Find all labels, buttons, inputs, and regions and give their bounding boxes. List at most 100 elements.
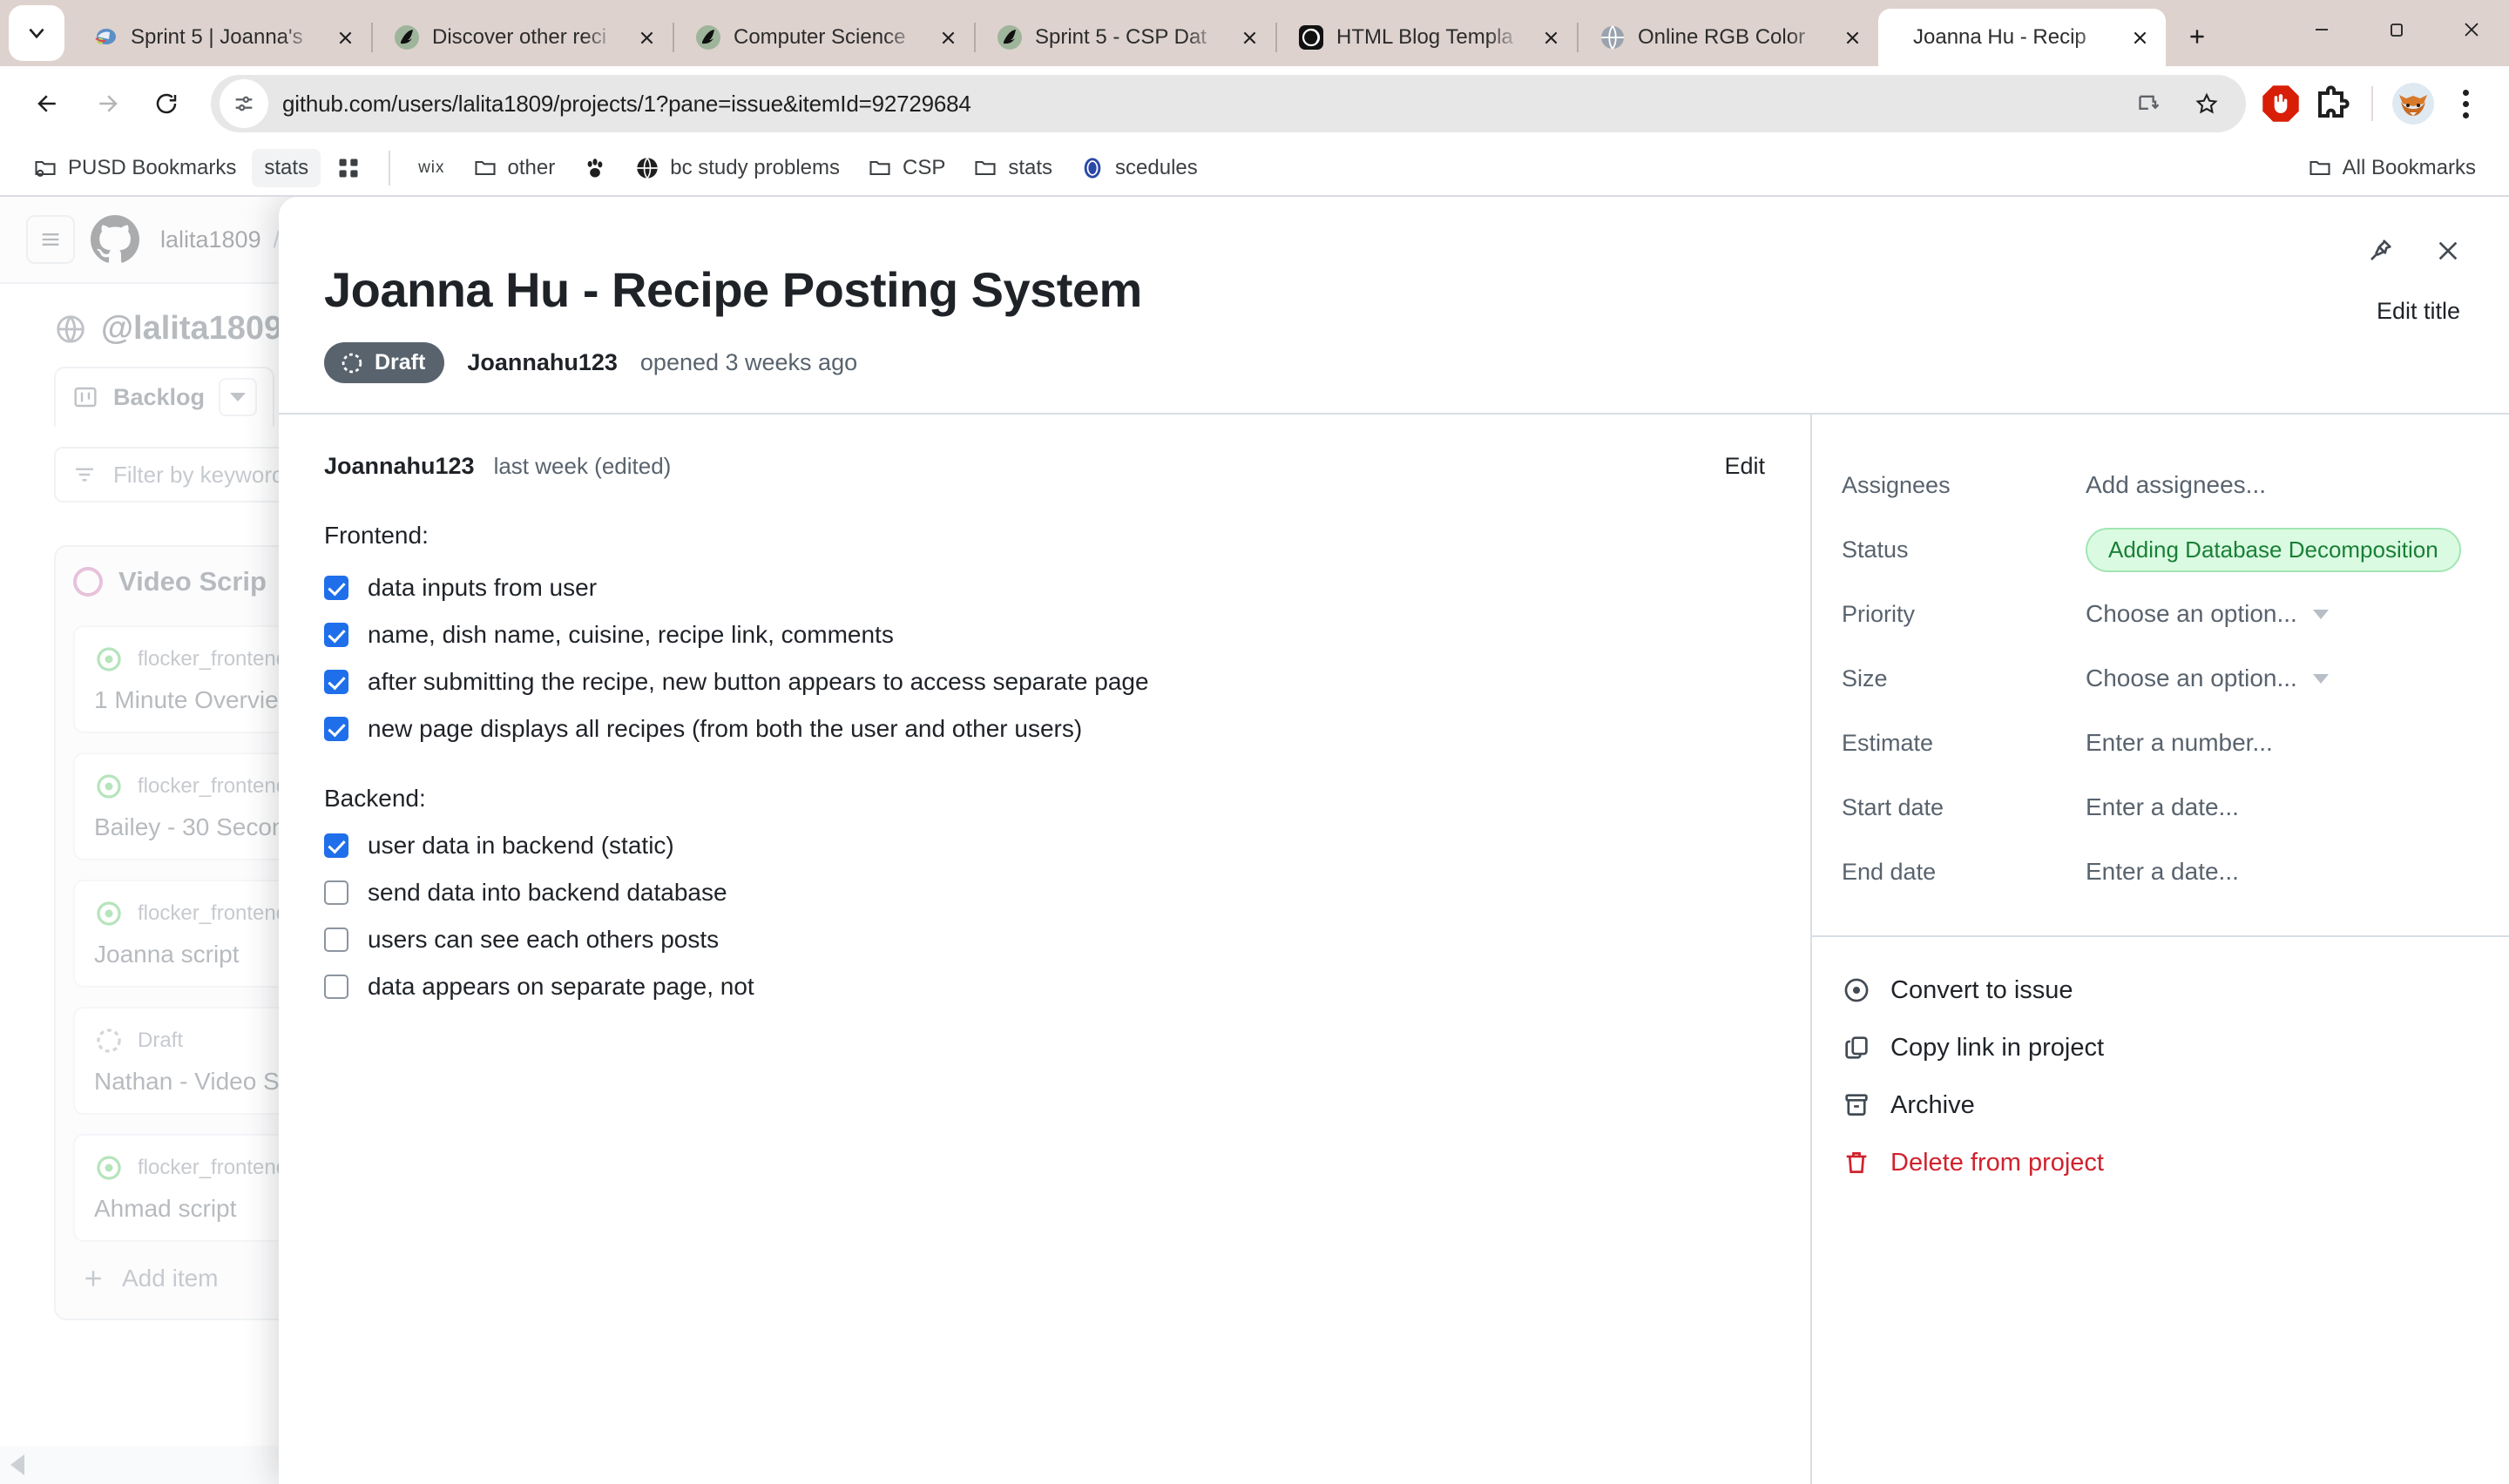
window-minimize-button[interactable] bbox=[2284, 5, 2359, 54]
puzzle-extensions-icon[interactable] bbox=[2310, 83, 2352, 125]
task-list-item[interactable]: after submitting the recipe, new button … bbox=[324, 668, 1765, 696]
browser-tab[interactable]: Discover other reci bbox=[373, 9, 673, 66]
browser-tab[interactable]: Computer Science bbox=[674, 9, 974, 66]
convert-to-issue-button[interactable]: Convert to issue bbox=[1842, 961, 2479, 1019]
tab-search-button[interactable] bbox=[9, 5, 64, 61]
browser-tab[interactable]: Sprint 5 | Joanna's bbox=[71, 9, 371, 66]
task-list-item[interactable]: user data in backend (static) bbox=[324, 832, 1765, 860]
spiral-favicon-glyph bbox=[1299, 25, 1323, 50]
back-button[interactable] bbox=[21, 77, 75, 131]
bookmark-other[interactable]: other bbox=[461, 149, 568, 187]
avatar[interactable] bbox=[2392, 83, 2434, 125]
comment-author[interactable]: Joannahu123 bbox=[324, 453, 475, 480]
window-controls bbox=[2284, 5, 2509, 66]
task-checkbox[interactable] bbox=[324, 928, 348, 952]
forward-button[interactable] bbox=[80, 77, 134, 131]
field-start-date[interactable]: Start date Enter a date... bbox=[1812, 775, 2509, 840]
new-tab-button[interactable] bbox=[2173, 12, 2222, 61]
field-value[interactable]: Enter a date... bbox=[2086, 793, 2239, 821]
tab-close-button[interactable] bbox=[1835, 20, 1870, 55]
trash-icon bbox=[1846, 1152, 1867, 1173]
address-bar[interactable]: github.com/users/lalita1809/projects/1?p… bbox=[211, 75, 2246, 132]
browser-tab[interactable]: Sprint 5 - CSP Dat bbox=[976, 9, 1275, 66]
field-end-date[interactable]: End date Enter a date... bbox=[1812, 840, 2509, 904]
bookmark-csp[interactable]: CSP bbox=[855, 149, 957, 187]
task-checkbox[interactable] bbox=[324, 833, 348, 858]
field-value[interactable]: Adding Database Decomposition bbox=[2086, 527, 2461, 572]
delete-from-project-button[interactable]: Delete from project bbox=[1842, 1134, 2479, 1191]
tab-close-button[interactable] bbox=[629, 20, 664, 55]
task-label: data appears on separate page, not bbox=[368, 973, 754, 1000]
field-value[interactable]: Enter a date... bbox=[2086, 858, 2239, 886]
bookmark-apps-grid[interactable] bbox=[324, 149, 373, 187]
comment-edit-button[interactable]: Edit bbox=[1724, 453, 1765, 480]
bookmark-bc-study-problems[interactable]: bc study problems bbox=[623, 149, 852, 187]
field-size[interactable]: Size Choose an option... bbox=[1812, 646, 2509, 711]
reload-button[interactable] bbox=[139, 77, 193, 131]
task-list-item[interactable]: data appears on separate page, not bbox=[324, 973, 1765, 1001]
adblock-icon[interactable] bbox=[2260, 83, 2302, 125]
field-value[interactable]: Choose an option... bbox=[2086, 664, 2329, 692]
field-value[interactable]: Choose an option... bbox=[2086, 600, 2329, 628]
task-checkbox[interactable] bbox=[324, 623, 348, 647]
bookmark-scedules[interactable]: scedules bbox=[1068, 149, 1210, 187]
tab-close-button[interactable] bbox=[1533, 20, 1568, 55]
field-status[interactable]: Status Adding Database Decomposition bbox=[1812, 517, 2509, 582]
edit-title-button[interactable]: Edit title bbox=[2377, 298, 2460, 325]
close-icon bbox=[1545, 31, 1557, 44]
action-label: Archive bbox=[1890, 1090, 1975, 1119]
archive-button[interactable]: Archive bbox=[1842, 1076, 2479, 1134]
all-bookmarks-button[interactable]: All Bookmarks bbox=[2296, 149, 2488, 187]
bookmark-pusd-bookmarks[interactable]: PUSD Bookmarks bbox=[21, 149, 248, 187]
copy-link-button[interactable]: Copy link in project bbox=[1842, 1019, 2479, 1076]
task-checkbox[interactable] bbox=[324, 880, 348, 905]
status-pill[interactable]: Adding Database Decomposition bbox=[2086, 527, 2461, 572]
bookmark-stats-chip[interactable]: stats bbox=[252, 149, 321, 187]
field-priority[interactable]: Priority Choose an option... bbox=[1812, 582, 2509, 646]
task-checkbox[interactable] bbox=[324, 670, 348, 694]
action-label: Convert to issue bbox=[1890, 975, 2073, 1004]
task-list-item[interactable]: send data into backend database bbox=[324, 879, 1765, 907]
cast-button[interactable] bbox=[2122, 77, 2176, 131]
close-panel-button[interactable] bbox=[2425, 228, 2471, 273]
task-list-item[interactable]: data inputs from user bbox=[324, 574, 1765, 602]
tab-close-button[interactable] bbox=[2122, 20, 2157, 55]
browser-tab[interactable]: Online RGB Color bbox=[1579, 9, 1878, 66]
browser-tab[interactable]: HTML Blog Templa bbox=[1277, 9, 1577, 66]
chevron-down-icon bbox=[2312, 673, 2329, 684]
field-value[interactable]: Add assignees... bbox=[2086, 471, 2266, 499]
tab-close-button[interactable] bbox=[1232, 20, 1267, 55]
tab-close-button[interactable] bbox=[930, 20, 965, 55]
issue-author[interactable]: Joannahu123 bbox=[467, 349, 618, 376]
field-label: End date bbox=[1842, 858, 1937, 885]
bookmark-stats-folder[interactable]: stats bbox=[961, 149, 1065, 187]
task-checkbox[interactable] bbox=[324, 717, 348, 741]
bookmark-wix[interactable]: wix bbox=[406, 152, 456, 185]
bookmark-paw[interactable] bbox=[571, 149, 619, 187]
globe-favicon-glyph bbox=[1601, 25, 1624, 50]
browser-menu-button[interactable] bbox=[2443, 79, 2488, 128]
task-list-item[interactable]: name, dish name, cuisine, recipe link, c… bbox=[324, 621, 1765, 649]
window-maximize-button[interactable] bbox=[2359, 5, 2434, 54]
field-value[interactable]: Enter a number... bbox=[2086, 729, 2273, 757]
tab-close-button[interactable] bbox=[328, 20, 362, 55]
bookmarks-bar-right: All Bookmarks bbox=[2296, 149, 2488, 187]
window-close-button[interactable] bbox=[2434, 5, 2509, 54]
task-list-item[interactable]: new page displays all recipes (from both… bbox=[324, 715, 1765, 743]
task-checkbox[interactable] bbox=[324, 576, 348, 600]
bookmark-label: scedules bbox=[1115, 156, 1198, 179]
site-settings-icon[interactable] bbox=[220, 79, 268, 128]
task-list-item[interactable]: users can see each others posts bbox=[324, 926, 1765, 954]
tab-title: HTML Blog Templa bbox=[1336, 25, 1513, 49]
close-icon bbox=[1846, 31, 1858, 44]
field-estimate[interactable]: Estimate Enter a number... bbox=[1812, 711, 2509, 775]
bookmark-button[interactable] bbox=[2180, 77, 2234, 131]
tab-title: Online RGB Color bbox=[1638, 25, 1806, 49]
task-label: users can see each others posts bbox=[368, 926, 720, 953]
browser-tab-active[interactable]: Joanna Hu - Recip bbox=[1878, 9, 2166, 66]
pin-button[interactable] bbox=[2357, 228, 2403, 273]
task-label: send data into backend database bbox=[368, 879, 727, 906]
field-assignees[interactable]: Assignees Add assignees... bbox=[1812, 453, 2509, 517]
kebab-dot bbox=[2462, 111, 2469, 118]
task-checkbox[interactable] bbox=[324, 975, 348, 999]
